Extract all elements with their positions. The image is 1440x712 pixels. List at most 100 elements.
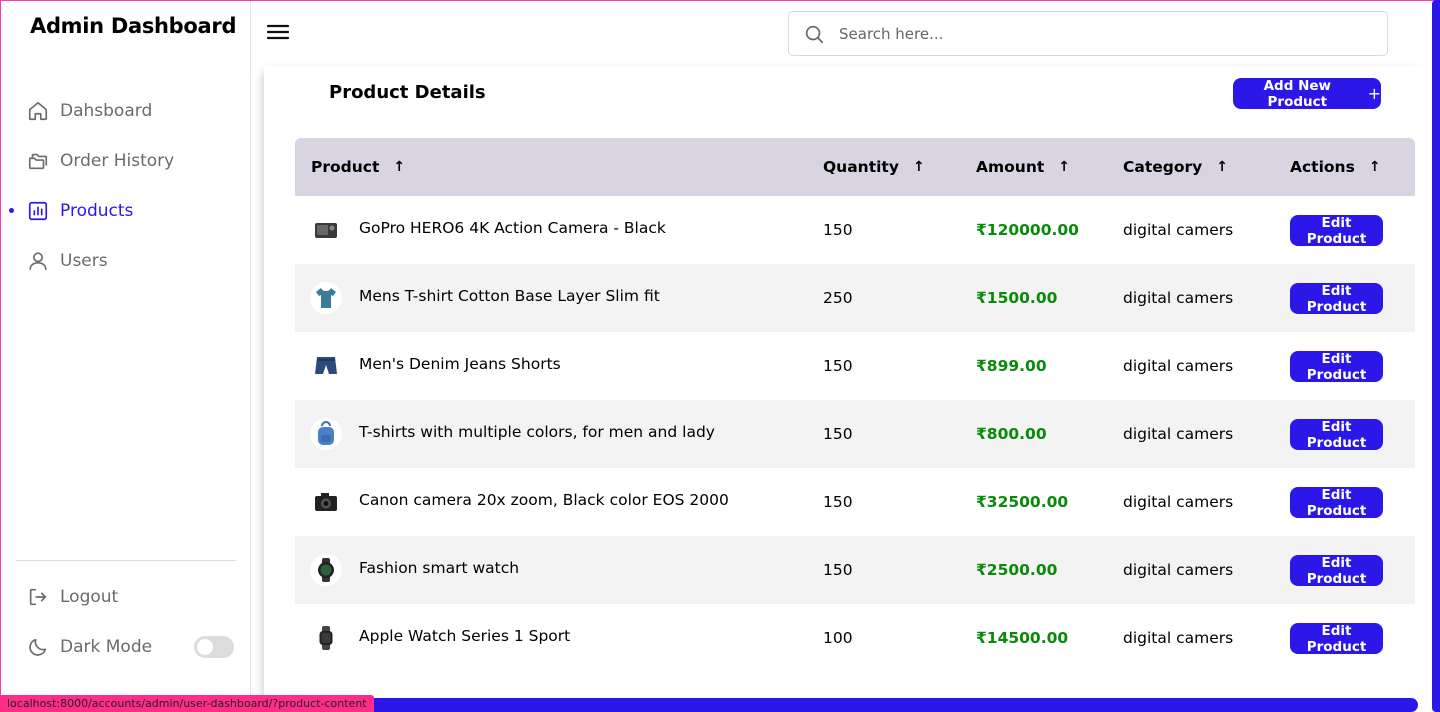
chart-icon [26, 199, 50, 223]
actions-cell: Edit Product [1290, 264, 1383, 332]
folder-icon [26, 149, 50, 173]
sort-arrow-icon: ↑ [912, 159, 925, 175]
user-icon [26, 249, 50, 273]
product-name: Apple Watch Series 1 Sport [359, 627, 571, 645]
actions-cell: Edit Product [1290, 332, 1383, 400]
actions-cell: Edit Product [1290, 400, 1383, 468]
search-icon [803, 22, 827, 46]
product-category: digital camers [1123, 629, 1234, 647]
product-category: digital camers [1123, 493, 1234, 511]
table-row: Fashion smart watch 150 ₹2500.00 digital… [295, 536, 1415, 604]
scrollbar[interactable] [1432, 0, 1440, 712]
sort-arrow-icon: ↑ [1058, 159, 1071, 175]
product-name: GoPro HERO6 4K Action Camera - Black [359, 219, 666, 237]
actions-cell: Edit Product [1290, 604, 1383, 672]
product-name: Canon camera 20x zoom, Black color EOS 2… [359, 491, 729, 509]
col-header-quantity[interactable]: Quantity ↑ [823, 138, 925, 196]
product-quantity: 100 [823, 629, 853, 647]
plus-icon: + [1367, 84, 1381, 103]
sidebar-nav: Dahsboard Order History Products Users [1, 86, 251, 286]
edit-product-button[interactable]: Edit Product [1290, 418, 1383, 451]
brand-title: Admin Dashboard [30, 14, 237, 38]
status-url: localhost:8000/accounts/admin/user-dashb… [0, 695, 374, 712]
product-quantity: 150 [823, 425, 853, 443]
table-row: T-shirts with multiple colors, for men a… [295, 400, 1415, 468]
sidebar-item-label: Dahsboard [60, 101, 153, 121]
page-title: Product Details [329, 82, 486, 103]
logout-button[interactable]: Logout [1, 572, 251, 622]
table-row: Mens T-shirt Cotton Base Layer Slim fit … [295, 264, 1415, 332]
col-header-label: Actions [1290, 158, 1355, 176]
product-amount: ₹1500.00 [976, 289, 1058, 307]
sidebar-item-label: Products [60, 201, 134, 221]
shorts-icon [310, 350, 342, 382]
actions-cell: Edit Product [1290, 536, 1383, 604]
sidebar-item-dashboard[interactable]: Dahsboard [1, 86, 251, 136]
logout-icon [26, 585, 50, 609]
actions-cell: Edit Product [1290, 468, 1383, 536]
edit-product-button[interactable]: Edit Product [1290, 282, 1383, 315]
sidebar-bottom: Logout Dark Mode [1, 572, 251, 672]
logout-label: Logout [60, 587, 119, 607]
add-product-button[interactable]: Add New Product + [1233, 77, 1381, 110]
edit-product-button[interactable]: Edit Product [1290, 350, 1383, 383]
dslr-icon [310, 486, 342, 518]
edit-product-button[interactable]: Edit Product [1290, 554, 1383, 587]
add-product-label: Add New Product [1263, 77, 1331, 110]
round-watch-icon [310, 554, 342, 586]
home-icon [26, 99, 50, 123]
col-header-amount[interactable]: Amount ↑ [976, 138, 1070, 196]
col-header-product[interactable]: Product ↑ [311, 138, 405, 196]
edit-product-button[interactable]: Edit Product [1290, 622, 1383, 655]
col-header-label: Category [1123, 158, 1203, 176]
product-quantity: 150 [823, 561, 853, 579]
table-header: Product ↑ Quantity ↑ Amount ↑ Category ↑… [295, 138, 1415, 196]
sidebar-item-products[interactable]: Products [1, 186, 251, 236]
dark-mode-row: Dark Mode [1, 622, 251, 672]
product-amount: ₹899.00 [976, 357, 1047, 375]
sidebar: Admin Dashboard Dahsboard Order History … [1, 1, 251, 712]
col-header-label: Product [311, 158, 380, 176]
menu-icon[interactable] [266, 22, 290, 42]
product-amount: ₹800.00 [976, 425, 1047, 443]
tshirt-icon [310, 282, 342, 314]
product-quantity: 150 [823, 357, 853, 375]
col-header-category[interactable]: Category ↑ [1123, 138, 1228, 196]
edit-product-button[interactable]: Edit Product [1290, 486, 1383, 519]
backpack-icon [310, 418, 342, 450]
search-bar [788, 11, 1388, 56]
product-quantity: 150 [823, 493, 853, 511]
sidebar-item-users[interactable]: Users [1, 236, 251, 286]
product-table: Product ↑ Quantity ↑ Amount ↑ Category ↑… [295, 138, 1415, 672]
product-amount: ₹14500.00 [976, 629, 1069, 647]
table-row: Men's Denim Jeans Shorts 150 ₹899.00 dig… [295, 332, 1415, 400]
col-header-label: Amount [976, 158, 1045, 176]
product-name: Fashion smart watch [359, 559, 520, 577]
product-name: T-shirts with multiple colors, for men a… [359, 423, 715, 441]
dark-mode-toggle[interactable] [194, 636, 234, 658]
actions-cell: Edit Product [1290, 196, 1383, 264]
sort-arrow-icon: ↑ [393, 159, 406, 175]
sort-arrow-icon: ↑ [1368, 159, 1381, 175]
product-category: digital camers [1123, 425, 1234, 443]
sidebar-divider [16, 560, 236, 561]
product-name: Mens T-shirt Cotton Base Layer Slim fit [359, 287, 660, 305]
sidebar-item-label: Users [60, 251, 108, 271]
product-amount: ₹32500.00 [976, 493, 1069, 511]
table-row: Canon camera 20x zoom, Black color EOS 2… [295, 468, 1415, 536]
product-category: digital camers [1123, 561, 1234, 579]
sidebar-item-order-history[interactable]: Order History [1, 136, 251, 186]
sort-arrow-icon: ↑ [1216, 159, 1228, 175]
active-indicator [9, 208, 14, 213]
product-amount: ₹120000.00 [976, 221, 1079, 239]
product-category: digital camers [1123, 221, 1234, 239]
product-amount: ₹2500.00 [976, 561, 1058, 579]
camera-icon [310, 214, 342, 246]
product-quantity: 250 [823, 289, 853, 307]
col-header-actions[interactable]: Actions ↑ [1290, 138, 1381, 196]
edit-product-button[interactable]: Edit Product [1290, 214, 1383, 247]
product-quantity: 150 [823, 221, 853, 239]
dark-mode-label: Dark Mode [60, 637, 153, 657]
product-category: digital camers [1123, 357, 1234, 375]
search-input[interactable] [839, 24, 1359, 43]
